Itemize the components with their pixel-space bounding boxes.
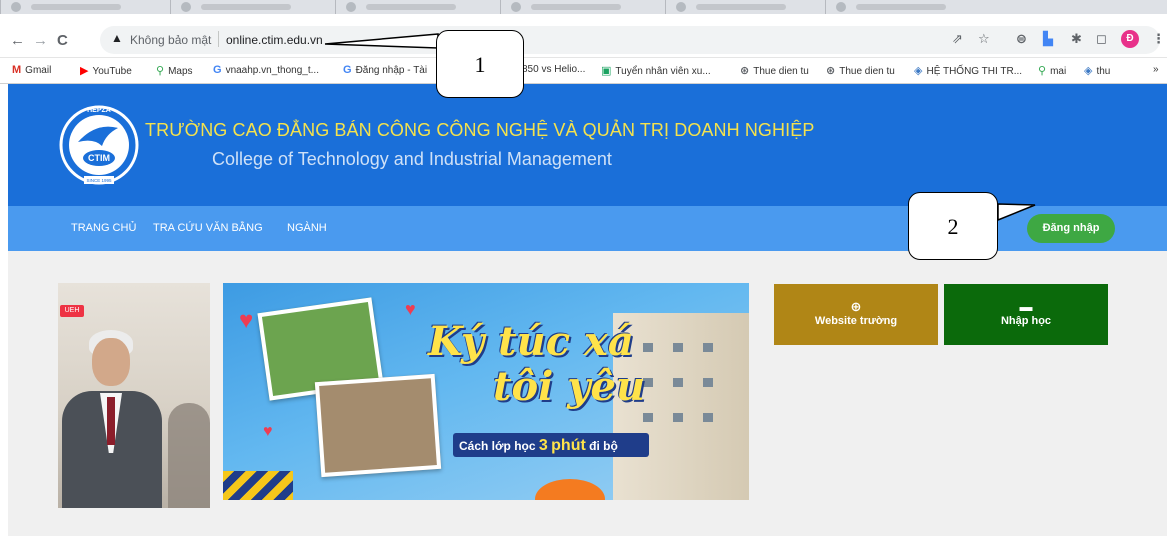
callout-pointers — [324, 33, 1036, 222]
callout-1: 1 — [436, 30, 524, 98]
callout-2: 2 — [908, 192, 998, 260]
browser-window: ← → C ▲ Không bảo mật online.ctim.edu.vn… — [0, 0, 1167, 536]
